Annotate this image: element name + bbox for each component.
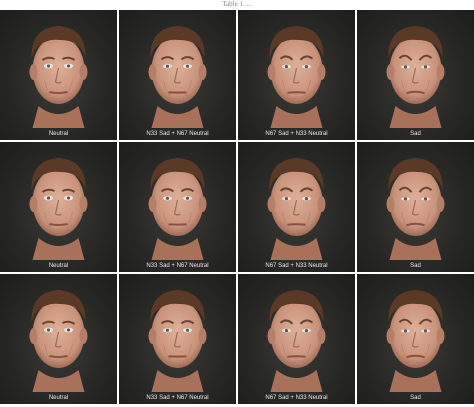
row-1: Neutral N33 Sad + N67 Neutral N67 Sad + …	[0, 10, 474, 140]
panel-label: N67 Sad + N33 Neutral	[265, 395, 328, 401]
panel: N67 Sad + N33 Neutral	[238, 274, 355, 404]
panel: N33 Sad + N67 Neutral	[119, 142, 236, 272]
panel-label: N33 Sad + N67 Neutral	[146, 131, 209, 137]
panel-label: N33 Sad + N67 Neutral	[146, 395, 209, 401]
panel: N67 Sad + N33 Neutral	[238, 10, 355, 140]
row-3: Neutral N33 Sad + N67 Neutral N67 Sad + …	[0, 274, 474, 404]
panel: Neutral	[0, 142, 117, 272]
panel: N33 Sad + N67 Neutral	[119, 274, 236, 404]
panel: Sad	[357, 142, 474, 272]
panel-label: N67 Sad + N33 Neutral	[265, 131, 328, 137]
panel-label: N33 Sad + N67 Neutral	[146, 263, 209, 269]
panel: Neutral	[0, 274, 117, 404]
figure-caption: Table 1. ...	[222, 0, 252, 8]
panel-label: Sad	[410, 131, 421, 137]
panel: Neutral	[0, 10, 117, 140]
panel-label: Sad	[410, 263, 421, 269]
panel: Sad	[357, 10, 474, 140]
panel: Sad	[357, 274, 474, 404]
panel-label: Neutral	[48, 395, 69, 401]
panel: N67 Sad + N33 Neutral	[238, 142, 355, 272]
panel-label: Neutral	[48, 131, 69, 137]
row-2: Neutral N33 Sad + N67 Neutral N67 Sad + …	[0, 142, 474, 272]
panel-label: Neutral	[48, 263, 69, 269]
panel-label: Sad	[410, 395, 421, 401]
panel-label: N67 Sad + N33 Neutral	[265, 263, 328, 269]
panel: N33 Sad + N67 Neutral	[119, 10, 236, 140]
